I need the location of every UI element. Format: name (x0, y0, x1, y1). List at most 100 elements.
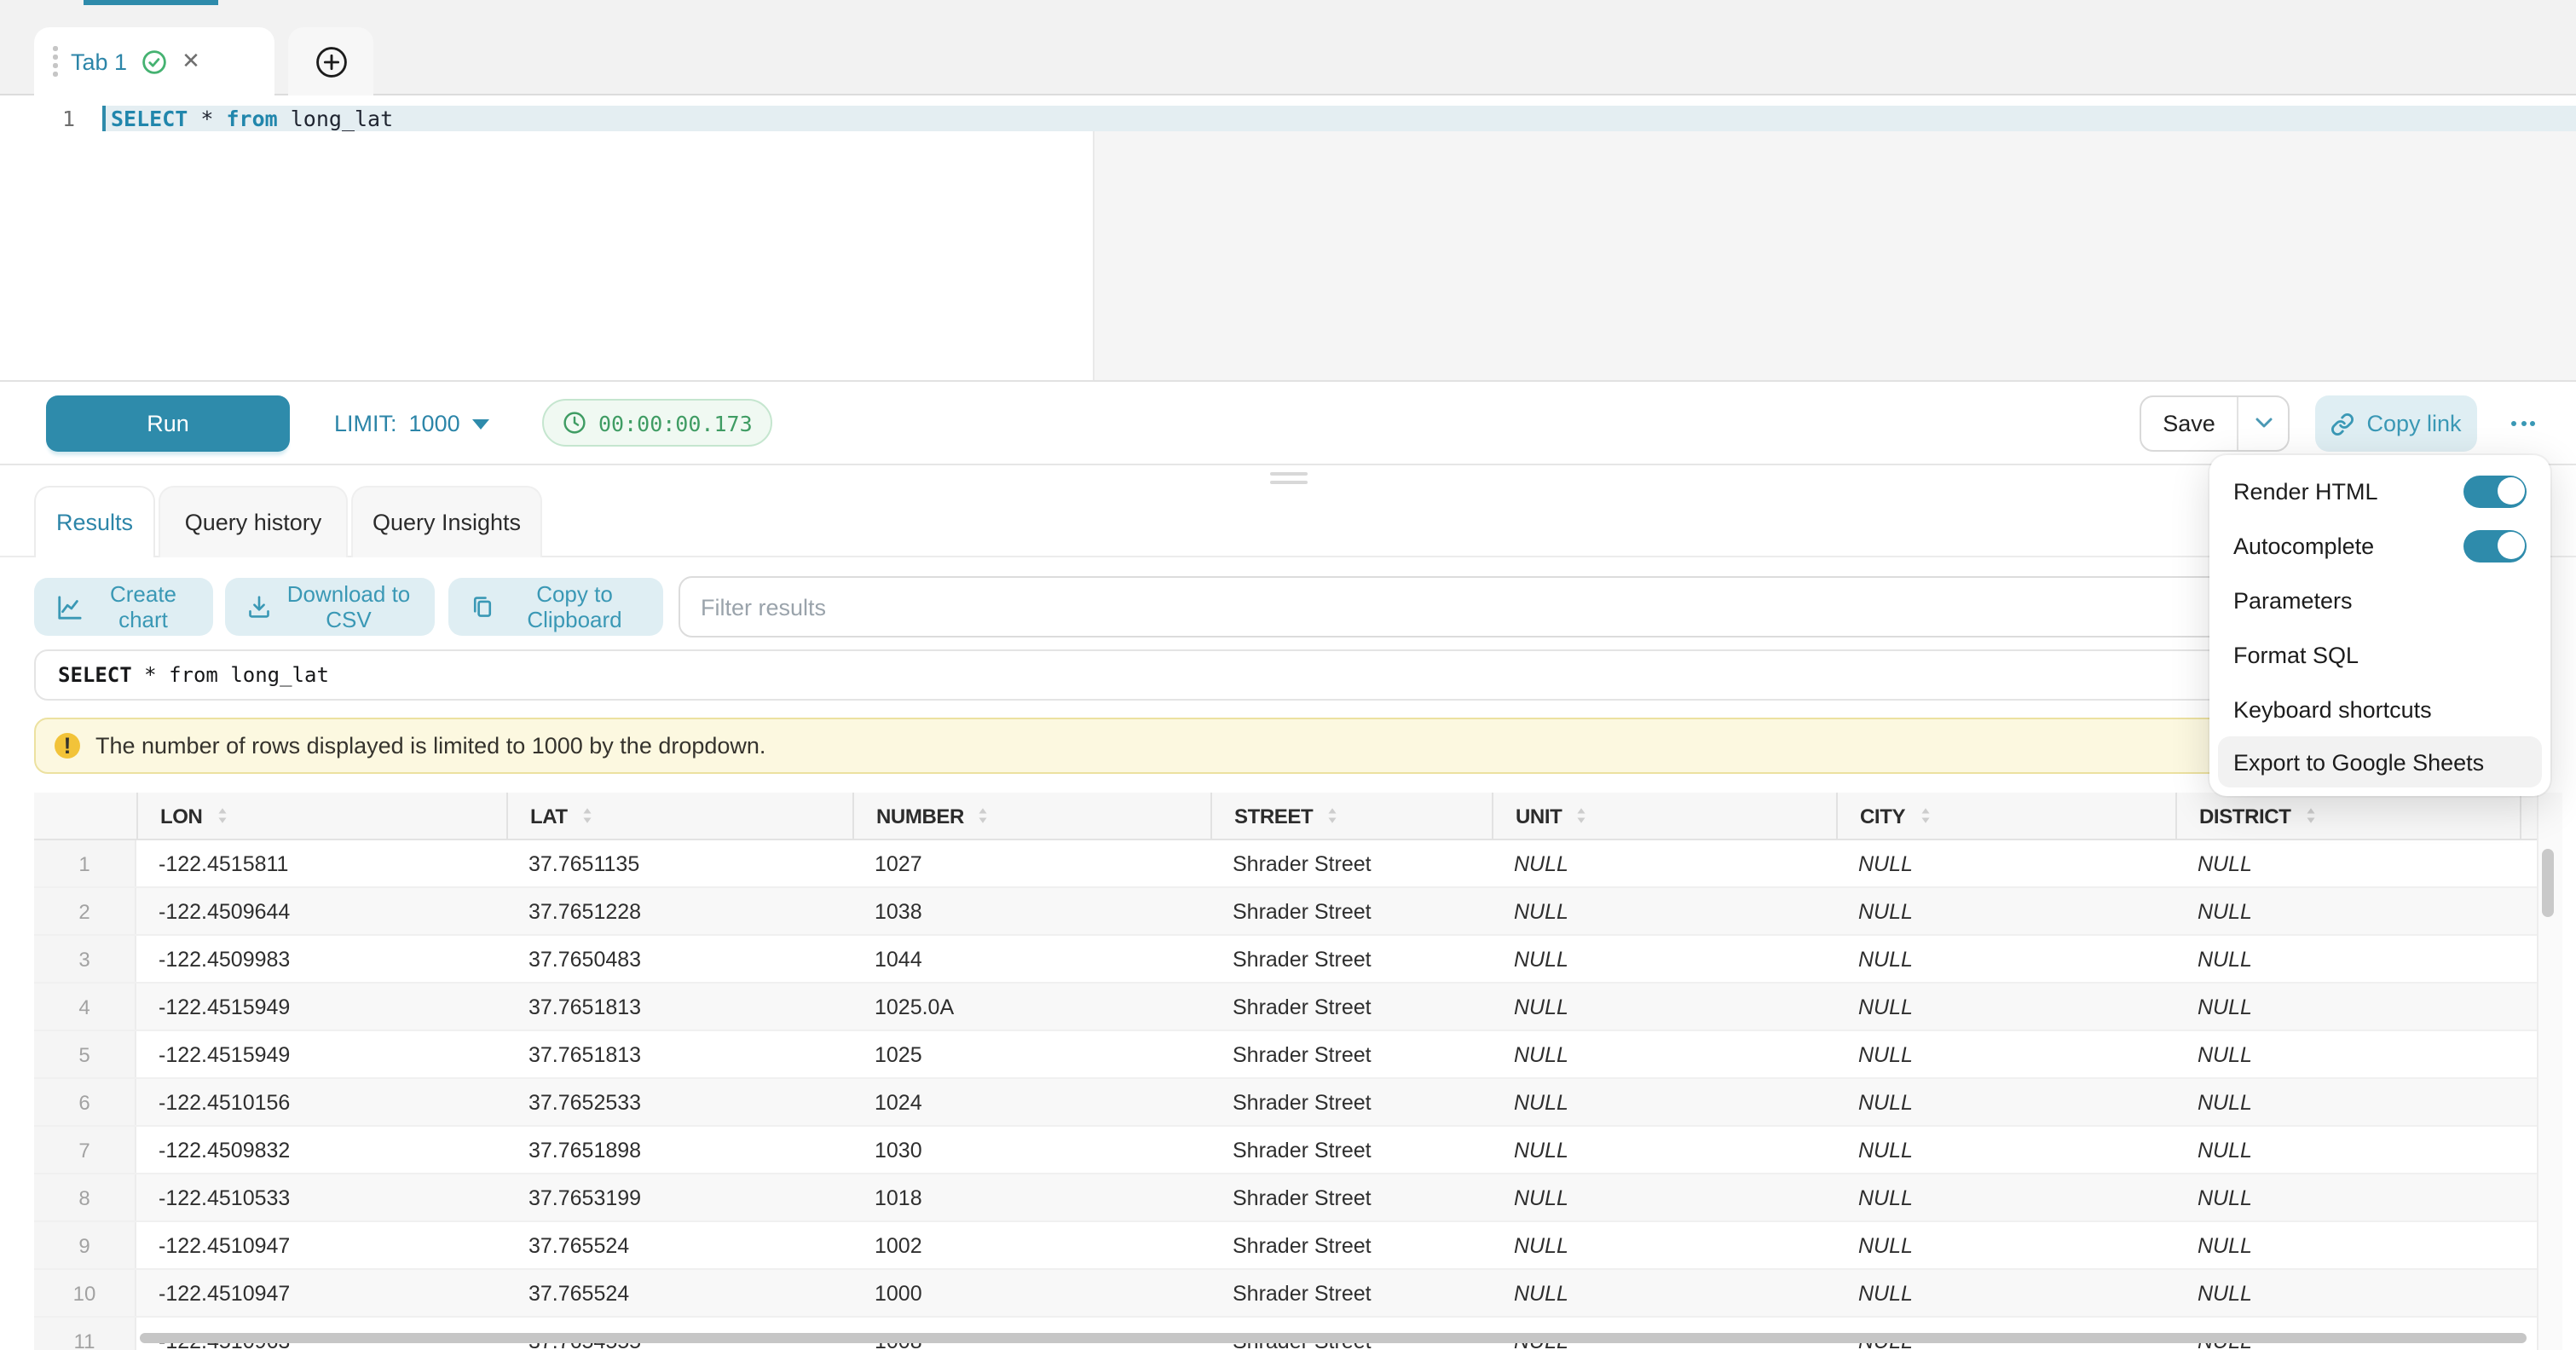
vertical-scrollbar-thumb[interactable] (2542, 849, 2554, 917)
table-cell[interactable]: NULL (2520, 1270, 2537, 1316)
table-cell[interactable]: Shrader Street (1210, 1174, 1492, 1220)
table-cell[interactable]: NULL (1836, 984, 2175, 1030)
table-cell[interactable]: NULL (1492, 1174, 1836, 1220)
close-tab-icon[interactable]: ✕ (182, 48, 200, 75)
table-cell[interactable]: NULL (2175, 1031, 2520, 1077)
table-cell[interactable]: Shrader Street (1210, 840, 1492, 886)
table-cell[interactable]: NULL (1836, 936, 2175, 982)
table-cell[interactable]: NULL (1836, 1222, 2175, 1268)
table-cell[interactable]: NULL (2175, 936, 2520, 982)
tab-query-insights[interactable]: Query Insights (351, 486, 542, 557)
column-header-city[interactable]: CITY (1836, 793, 2175, 839)
tab-results[interactable]: Results (34, 486, 155, 557)
render-html-toggle[interactable] (2463, 475, 2527, 507)
menu-item-render-html[interactable]: Render HTML (2209, 464, 2550, 518)
table-cell[interactable]: Shrader Street (1210, 888, 1492, 934)
run-button[interactable]: Run (46, 395, 290, 452)
table-cell[interactable]: Shrader Street (1210, 1031, 1492, 1077)
column-header-district[interactable]: DISTRICT (2175, 793, 2520, 839)
new-tab-button[interactable] (288, 27, 373, 95)
table-cell[interactable]: NULL (1492, 984, 1836, 1030)
table-cell[interactable]: 37.7651813 (506, 1031, 852, 1077)
table-cell[interactable]: 37.7650483 (506, 936, 852, 982)
menu-item-format-sql[interactable]: Format SQL (2209, 627, 2550, 682)
column-header-re[interactable]: RE (2520, 793, 2537, 839)
copy-link-button[interactable]: Copy link (2315, 395, 2477, 452)
table-cell[interactable]: 1025 (852, 1031, 1210, 1077)
table-cell[interactable]: NULL (2520, 888, 2537, 934)
code-line[interactable]: SELECT * from long_lat (111, 107, 393, 131)
horizontal-scrollbar-thumb[interactable] (140, 1333, 2527, 1343)
column-header-lon[interactable]: LON (136, 793, 506, 839)
table-cell[interactable]: -122.4509832 (136, 1127, 506, 1173)
table-cell[interactable]: NULL (2175, 840, 2520, 886)
menu-item-export-google-sheets[interactable]: Export to Google Sheets (2218, 736, 2542, 788)
table-cell[interactable]: 1018 (852, 1174, 1210, 1220)
table-cell[interactable]: NULL (2175, 984, 2520, 1030)
table-cell[interactable]: NULL (2175, 1174, 2520, 1220)
table-cell[interactable]: 1002 (852, 1222, 1210, 1268)
table-cell[interactable]: Shrader Street (1210, 936, 1492, 982)
table-cell[interactable]: NULL (1492, 1127, 1836, 1173)
table-cell[interactable]: 1030 (852, 1127, 1210, 1173)
table-cell[interactable]: NULL (1836, 888, 2175, 934)
table-cell[interactable]: 37.7652533 (506, 1079, 852, 1125)
table-cell[interactable]: 37.765524 (506, 1270, 852, 1316)
tab-drag-handle-icon[interactable] (53, 47, 57, 77)
column-header-unit[interactable]: UNIT (1492, 793, 1836, 839)
table-cell[interactable]: -122.4515949 (136, 984, 506, 1030)
table-cell[interactable]: -122.4515811 (136, 840, 506, 886)
table-cell[interactable]: NULL (2520, 1031, 2537, 1077)
table-cell[interactable]: 37.7651813 (506, 984, 852, 1030)
more-options-button[interactable] (2499, 395, 2547, 452)
column-header-number[interactable]: NUMBER (852, 793, 1210, 839)
table-cell[interactable]: NULL (2520, 840, 2537, 886)
table-cell[interactable]: -122.4510947 (136, 1270, 506, 1316)
table-cell[interactable]: 1044 (852, 936, 1210, 982)
table-cell[interactable]: 1025.0A (852, 984, 1210, 1030)
table-cell[interactable]: NULL (2520, 1127, 2537, 1173)
table-cell[interactable]: 37.765524 (506, 1222, 852, 1268)
table-cell[interactable]: NULL (2175, 1270, 2520, 1316)
column-header-lat[interactable]: LAT (506, 793, 852, 839)
save-button[interactable]: Save (2141, 397, 2238, 450)
table-cell[interactable]: -122.4510533 (136, 1174, 506, 1220)
tab-1[interactable]: Tab 1 ✕ (34, 27, 274, 95)
download-csv-button[interactable]: Download to CSV (225, 578, 435, 636)
table-cell[interactable]: 37.7651135 (506, 840, 852, 886)
table-cell[interactable]: NULL (2175, 1222, 2520, 1268)
table-cell[interactable]: NULL (1492, 1031, 1836, 1077)
table-cell[interactable]: 37.7651228 (506, 888, 852, 934)
save-options-button[interactable] (2238, 397, 2288, 450)
table-cell[interactable]: 1024 (852, 1079, 1210, 1125)
table-cell[interactable]: NULL (2175, 888, 2520, 934)
table-cell[interactable]: NULL (1836, 1079, 2175, 1125)
table-cell[interactable]: -122.4510156 (136, 1079, 506, 1125)
menu-item-keyboard-shortcuts[interactable]: Keyboard shortcuts (2209, 682, 2550, 736)
table-cell[interactable]: Shrader Street (1210, 1079, 1492, 1125)
table-cell[interactable]: -122.4510947 (136, 1222, 506, 1268)
table-cell[interactable]: Shrader Street (1210, 1222, 1492, 1268)
menu-item-autocomplete[interactable]: Autocomplete (2209, 518, 2550, 573)
copy-to-clipboard-button[interactable]: Copy to Clipboard (448, 578, 663, 636)
table-cell[interactable]: NULL (1492, 936, 1836, 982)
table-cell[interactable]: NULL (1492, 888, 1836, 934)
table-cell[interactable]: NULL (1492, 1222, 1836, 1268)
table-cell[interactable]: NULL (1836, 1127, 2175, 1173)
table-cell[interactable]: 37.7651898 (506, 1127, 852, 1173)
create-chart-button[interactable]: Create chart (34, 578, 213, 636)
table-cell[interactable]: 1027 (852, 840, 1210, 886)
table-cell[interactable]: Shrader Street (1210, 1270, 1492, 1316)
table-cell[interactable]: NULL (1836, 1270, 2175, 1316)
table-cell[interactable]: NULL (1492, 1270, 1836, 1316)
table-cell[interactable]: NULL (1492, 840, 1836, 886)
table-cell[interactable]: NULL (1836, 1174, 2175, 1220)
limit-dropdown[interactable]: LIMIT: 1000 (334, 395, 489, 452)
table-cell[interactable]: Shrader Street (1210, 984, 1492, 1030)
table-cell[interactable]: 1000 (852, 1270, 1210, 1316)
table-cell[interactable]: NULL (1492, 1079, 1836, 1125)
table-cell[interactable]: NULL (2520, 1222, 2537, 1268)
table-cell[interactable]: -122.4509644 (136, 888, 506, 934)
table-cell[interactable]: NULL (1836, 840, 2175, 886)
column-header-street[interactable]: STREET (1210, 793, 1492, 839)
